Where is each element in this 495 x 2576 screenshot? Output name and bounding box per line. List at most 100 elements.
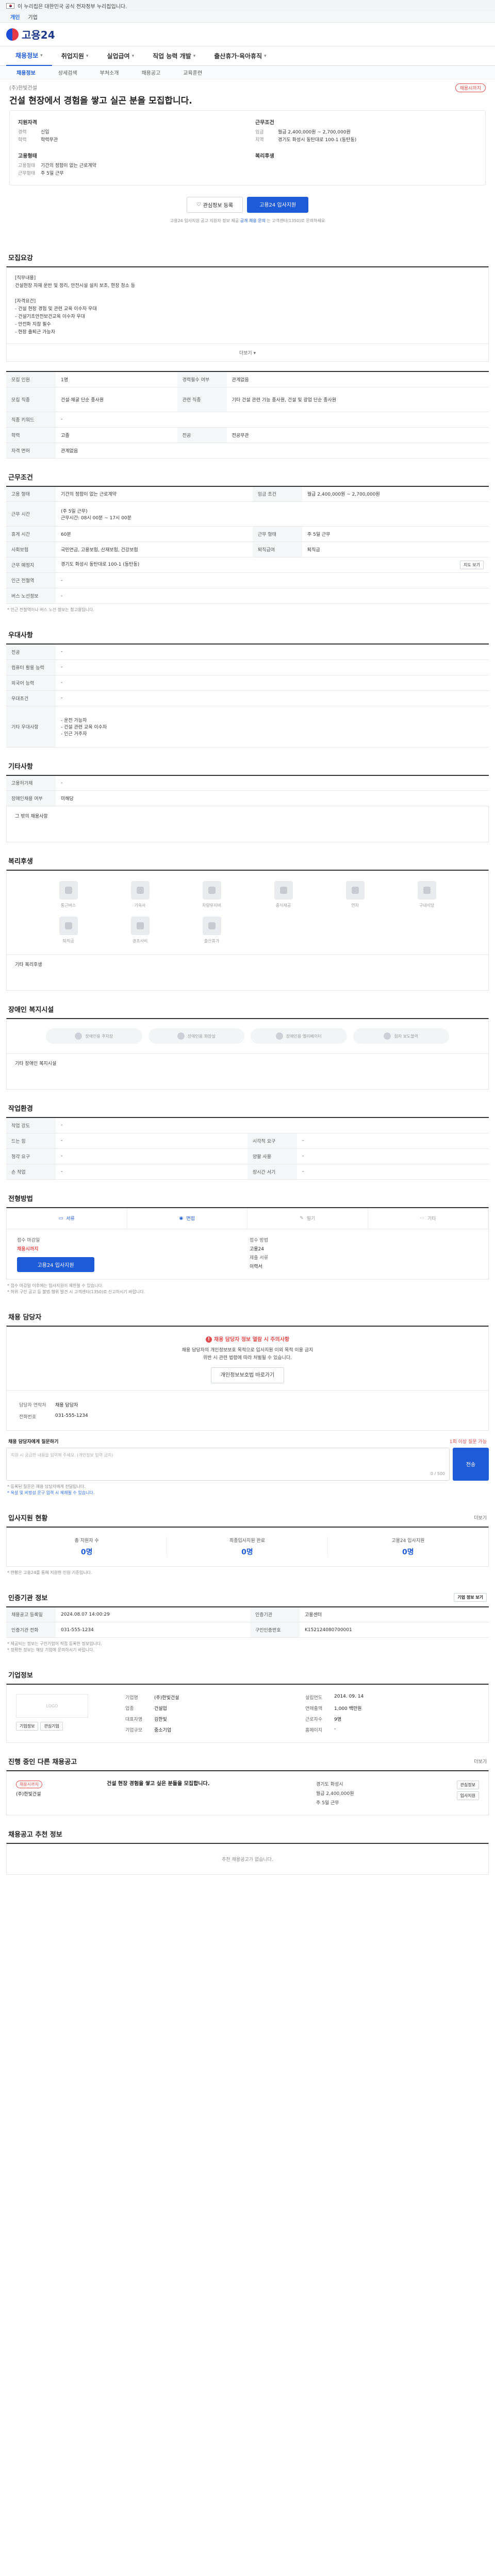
money-icon [59, 917, 78, 935]
section-title: 입사지원 현황 [8, 1514, 48, 1522]
welfare-item: 출산휴가 [176, 917, 248, 944]
cafeteria-icon [417, 881, 436, 900]
section-etc: 기타사항 고용허가제 - 장애인채용 여부 미해당 그 밖의 채용사항 [6, 748, 489, 842]
more-icon: ⋯ [419, 1215, 424, 1221]
sub-nav-item[interactable]: 채용정보 [5, 69, 47, 76]
apply-button[interactable]: 입사지원 [456, 1791, 479, 1800]
topbar: 개인 기업 [0, 11, 495, 23]
apply-note: 고용24 입사지원 공고 지원자 정보 제공 공개 채용 문의 는 고객센터(1… [170, 218, 325, 223]
disability-grid: 장애인용 주차장 장애인용 화장실 장애인용 엘리베이터 점자 보도블럭 [6, 1018, 489, 1054]
chevron-down-icon: ▾ [86, 53, 89, 59]
disability-sub: 기타 장애인 복지시설 [6, 1054, 489, 1090]
chevron-down-icon: ▾ [131, 53, 135, 59]
favorite-company-button[interactable]: 관심기업 [40, 1722, 63, 1731]
question-textarea[interactable]: 지원 시 궁금한 내용을 입력해 주세요. (개인정보 입력 금지) 0 / 50… [6, 1447, 450, 1481]
page-title: 건설 현장에서 경험을 쌓고 실곤 분을 모집합니다. [9, 96, 192, 106]
flag-icon [6, 3, 14, 9]
gov-banner-text: 이 누리집은 대한민국 공식 전자정부 누리집입니다. [18, 4, 127, 10]
meal-icon [274, 881, 293, 900]
warning-icon: ! [205, 1336, 212, 1343]
qa-notes: * 등록된 질문은 채용 담당자에게 전달됩니다. * 욕설 및 비방성 문구 … [7, 1484, 95, 1495]
privacy-link-button[interactable]: 개인정보보호법 바로가기 [210, 1367, 285, 1383]
section-title: 전형방법 [8, 1195, 33, 1203]
section-manager: 채용 담당자 ! 채용 담당자 정보 열람 시 주의사항 채용 담당자의 개인정보… [6, 1298, 489, 1499]
sub-nav-item[interactable]: 상세검색 [47, 69, 89, 76]
welfare-item: 중식제공 [248, 881, 319, 908]
section-title: 채용 담당자 [8, 1313, 42, 1321]
section-hiring: 진행 중인 다른 채용공고 더보기 채용시까지 (주)한빛건설 건설 현장 경험을… [6, 1743, 489, 1816]
hire-company: (주)한빛건설 [16, 1792, 41, 1797]
section-status: 입사지원 현황 더보기 총 지원자 수 0명 최종입사지원 완료 0명 고용24 입사… [6, 1499, 489, 1579]
more-link[interactable]: 더보기 [474, 1514, 487, 1521]
more-link[interactable]: 더보기 [474, 1758, 487, 1765]
summary-heading: 고용형태 [18, 154, 37, 159]
conditions-note: * 인근 전철역이나 버스 노선 정보는 참고용입니다. [7, 607, 94, 612]
hiring-item[interactable]: 채용시까지 (주)한빛건설 건설 현장 경험을 쌓고 싶은 분들을 모집합니다.… [6, 1770, 489, 1816]
section-title: 우대사항 [8, 632, 33, 639]
welfare-item: 기숙사 [104, 881, 176, 908]
job-description: [직무내용] 건설현장 자재 운반 및 정리, 안전시설 설치 보조, 현장 청… [6, 266, 489, 344]
section-title: 채용공고 추천 정보 [8, 1831, 62, 1839]
nav-item-training[interactable]: 직업 능력 개발 ▾ [143, 46, 205, 66]
tab-etc[interactable]: ⋯ 기타 [368, 1208, 488, 1229]
section-method: 전형방법 ▭ 서류 ◉ 면접 ✎ 필기 ⋯ 기타 접수 마감일 채용시까지 고용24 입… [6, 1180, 489, 1298]
sub-nav-item[interactable]: 채용공고 [130, 69, 172, 76]
char-count: 0 / 500 [430, 1471, 445, 1476]
detail-table: 모집 인원 1명 경력필수 여부 관계없음 모집 직종 건설·채굴 단순 종사원 관련 직… [6, 371, 489, 459]
apply-button[interactable]: 고용24 입사지원 [17, 1257, 94, 1272]
disability-item: 장애인용 화장실 [148, 1028, 244, 1044]
section-title: 인증기관 정보 [8, 1594, 48, 1602]
nav-item-jobs[interactable]: 채용정보 ▾ [6, 46, 52, 66]
logo[interactable]: 고용24 [6, 27, 55, 42]
work-env-table: 작업 강도 - 드는 힘 - 시각적 요구 - 청각 요구 - 양팔 사용 - 손 작업 - 장시… [6, 1117, 489, 1180]
company-name[interactable]: (주)한빛건설 [9, 83, 486, 91]
tab-interview[interactable]: ◉ 면접 [127, 1208, 248, 1229]
apply-bar: ♡ 관심정보 등록 고용24 입사지원 [6, 185, 489, 218]
company-kv: 설립연도 2014. 09. 14 연매출액 1,000 백만원 근로자수 9명 홈페… [305, 1694, 364, 1733]
nav-item-leave[interactable]: 출산휴가·육아휴직 ▾ [205, 46, 275, 66]
parking-icon [75, 1032, 82, 1040]
home-icon [130, 881, 150, 900]
etc-sub: 그 밖의 채용사항 [6, 806, 489, 842]
sub-nav-item[interactable]: 교육훈련 [172, 69, 213, 76]
apply-button[interactable]: 고용24 입사지원 [247, 197, 309, 213]
sub-nav: 채용정보 상세검색 부처소개 채용공고 교육훈련 [0, 66, 495, 79]
calendar-icon [345, 881, 365, 900]
tab-company[interactable]: 기업 [24, 12, 41, 22]
welfare-item: 구내식당 [391, 881, 463, 908]
contact-info: 담당자 연락처 채용 담당자 전화번호 031-555-1234 [6, 1391, 489, 1431]
document-icon: ▭ [58, 1215, 63, 1221]
pencil-icon: ✎ [300, 1215, 304, 1221]
welfare-sub: 기타 복리후생 [6, 955, 489, 991]
tab-personal[interactable]: 개인 [6, 12, 24, 22]
status-box: 총 지원자 수 0명 최종입사지원 완료 0명 고용24 입사지원 0명 [6, 1526, 489, 1567]
scrap-button[interactable]: ♡ 관심정보 등록 [186, 197, 243, 213]
status-badge: 채용시까지 [16, 1781, 42, 1788]
toilet-icon [177, 1032, 185, 1040]
scrap-button[interactable]: 관심정보 [456, 1781, 479, 1789]
welfare-item: 경조사비 [104, 917, 176, 944]
conditions-table: 고용 형태 기간의 정함이 없는 근로계약 임금 조건 월급 2,400,000원 ~… [6, 485, 489, 604]
more-button[interactable]: 더보기 ▾ [6, 344, 489, 362]
heart-icon: ♡ [196, 202, 201, 208]
sub-nav-item[interactable]: 부처소개 [89, 69, 130, 76]
etc-table: 고용허가제 - 장애인채용 여부 미해당 [6, 774, 489, 806]
nav-item-unemployment[interactable]: 실업급여 ▾ [97, 46, 143, 66]
section-recommend: 채용공고 추천 정보 추천 채용공고가 없습니다. [6, 1816, 489, 1875]
recommend-empty: 추천 채용공고가 없습니다. [6, 1843, 489, 1875]
job-header: (주)한빛건설 채용시까지 건설 현장에서 경험을 쌓고 실곤 분을 모집합니다… [6, 79, 489, 185]
hire-title: 건설 현장 경험을 쌓고 싶은 분들을 모집합니다. [107, 1781, 210, 1787]
send-button[interactable]: 전송 [453, 1447, 489, 1481]
section-conditions: 근무조건 고용 형태 기간의 정함이 없는 근로계약 임금 조건 월급 2,400,0… [6, 459, 489, 617]
nav-item-employment-support[interactable]: 취업지원 ▾ [52, 46, 98, 66]
tab-written[interactable]: ✎ 필기 [248, 1208, 368, 1229]
header: 고용24 [0, 23, 495, 46]
tab-document[interactable]: ▭ 서류 [7, 1208, 127, 1229]
schedule-text: 주 5일 근무 [316, 1801, 339, 1806]
company-info-button[interactable]: 기업정보 [16, 1722, 39, 1731]
section-detail: 모집요강 [직무내용] 건설현장 자재 운반 및 정리, 안전시설 설치 보조,… [6, 239, 489, 459]
company-box: LOGO 기업정보 관심기업 기업명 (주)한빛건설 업종 건설업 대표자명 김한빛 … [6, 1684, 489, 1743]
company-info-button[interactable]: 기업 정보 보기 [454, 1592, 487, 1602]
map-button[interactable]: 지도 보기 [460, 561, 484, 569]
logo-text: 고용24 [22, 29, 55, 41]
